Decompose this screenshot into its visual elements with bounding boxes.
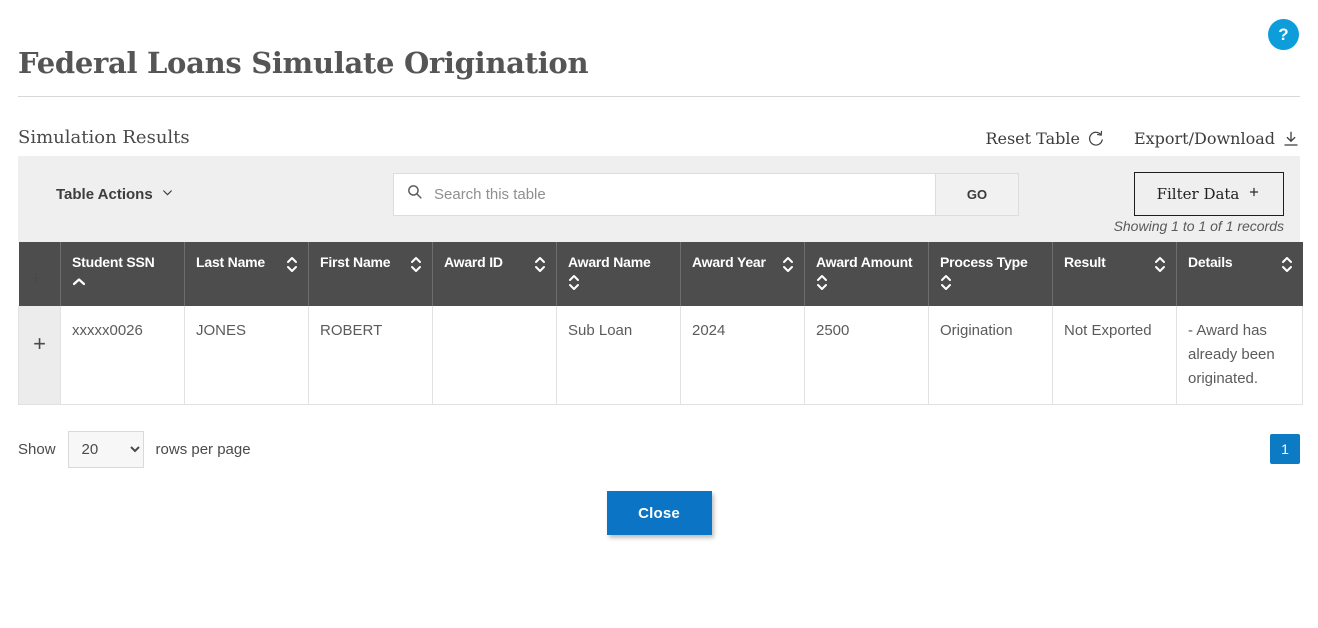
sort-icon: [940, 274, 952, 294]
table-row: + xxxxx0026 JONES ROBERT Sub Loan 2024 2…: [18, 306, 1303, 406]
column-label: Result: [1064, 254, 1106, 271]
column-label: Award Year: [692, 254, 766, 271]
page-container: Federal Loans Simulate Origination Simul…: [0, 0, 1318, 536]
column-header-award-year[interactable]: Award Year: [680, 242, 805, 307]
filter-data-button[interactable]: Filter Data: [1134, 172, 1284, 217]
cell-result: Not Exported: [1052, 306, 1177, 406]
table-toolbar: Table Actions GO: [18, 156, 1300, 243]
column-header-award-name[interactable]: Award Name: [556, 242, 681, 307]
refresh-ccw-icon: [1087, 130, 1104, 147]
region-header: Simulation Results Reset Table Export/Do…: [18, 127, 1300, 156]
records-count: Showing 1 to 1 of 1 records: [1113, 218, 1284, 235]
sort-asc-icon: [72, 274, 86, 290]
filter-data-label: Filter Data: [1156, 185, 1240, 204]
search-group: GO: [393, 172, 1019, 216]
column-header-process-type[interactable]: Process Type: [928, 242, 1053, 307]
export-download-label: Export/Download: [1133, 129, 1275, 149]
sort-icon: [286, 256, 298, 276]
column-label: Award Name: [568, 254, 651, 271]
plus-icon[interactable]: +: [30, 319, 49, 355]
question-mark-icon: ?: [1278, 24, 1289, 44]
cell-award-amount: 2500: [804, 306, 929, 406]
region-actions: Reset Table Export/Download: [985, 129, 1300, 148]
column-header-award-id[interactable]: Award ID: [432, 242, 557, 307]
reset-table-label: Reset Table: [985, 129, 1080, 149]
export-download-button[interactable]: Export/Download: [1134, 129, 1300, 148]
sort-icon: [568, 274, 580, 294]
column-label: Process Type: [940, 254, 1028, 271]
help-button[interactable]: ?: [1268, 19, 1299, 50]
search-box[interactable]: [393, 172, 936, 216]
toolbar-row: Table Actions GO: [34, 172, 1284, 217]
column-header-award-amount[interactable]: Award Amount: [804, 242, 929, 307]
download-icon: [1282, 130, 1300, 148]
title-divider: [18, 96, 1300, 98]
cell-first-name: ROBERT: [308, 306, 433, 406]
column-label: Student SSN: [72, 254, 155, 271]
row-expander[interactable]: +: [18, 306, 61, 406]
table-actions-menu[interactable]: Table Actions: [56, 186, 174, 203]
column-label: Last Name: [196, 254, 266, 271]
search-input[interactable]: [432, 184, 923, 204]
expand-all-header[interactable]: +: [18, 242, 61, 307]
page-title: Federal Loans Simulate Origination: [18, 46, 589, 80]
sort-icon: [410, 256, 422, 276]
column-header-student-ssn[interactable]: Student SSN: [60, 242, 185, 307]
sort-icon: [534, 256, 546, 276]
sort-icon: [1154, 256, 1166, 276]
cell-process-type: Origination: [928, 306, 1053, 406]
cell-student-ssn: xxxxx0026: [60, 306, 185, 406]
cell-award-id: [432, 306, 557, 406]
rows-per-page-label: rows per page: [155, 440, 251, 458]
rows-per-page-select[interactable]: 20: [67, 430, 144, 468]
search-icon: [406, 183, 432, 205]
plus-icon: [1247, 185, 1261, 203]
sort-icon: [782, 256, 794, 276]
sort-icon: [816, 274, 828, 294]
region-title: Simulation Results: [18, 127, 190, 149]
reset-table-button[interactable]: Reset Table: [985, 129, 1104, 148]
column-header-result[interactable]: Result: [1052, 242, 1177, 307]
column-header-first-name[interactable]: First Name: [308, 242, 433, 307]
search-go-button[interactable]: GO: [936, 172, 1019, 216]
column-label: Award ID: [444, 254, 503, 271]
table-actions-label: Table Actions: [56, 185, 153, 203]
cell-award-year: 2024: [680, 306, 805, 406]
chevron-down-icon: [161, 186, 174, 203]
cell-last-name: JONES: [184, 306, 309, 406]
show-label: Show: [18, 440, 56, 458]
cell-award-name: Sub Loan: [556, 306, 681, 406]
cell-details: - Award has already been originated.: [1176, 306, 1303, 406]
sort-icon: [1281, 256, 1293, 276]
column-label: Award Amount: [816, 254, 913, 271]
table-footer: Show 20 rows per page 1: [18, 429, 1300, 469]
column-label: First Name: [320, 254, 391, 271]
plus-icon[interactable]: +: [30, 254, 51, 290]
column-header-details[interactable]: Details: [1176, 242, 1303, 307]
results-table: + Student SSN Last Name First Name Award…: [18, 242, 1303, 406]
table-header-row: + Student SSN Last Name First Name Award…: [18, 242, 1303, 307]
pagination-page-1[interactable]: 1: [1270, 434, 1300, 465]
close-button[interactable]: Close: [606, 491, 712, 536]
close-button-row: Close: [18, 491, 1300, 536]
column-header-last-name[interactable]: Last Name: [184, 242, 309, 307]
column-label: Details: [1188, 254, 1233, 271]
